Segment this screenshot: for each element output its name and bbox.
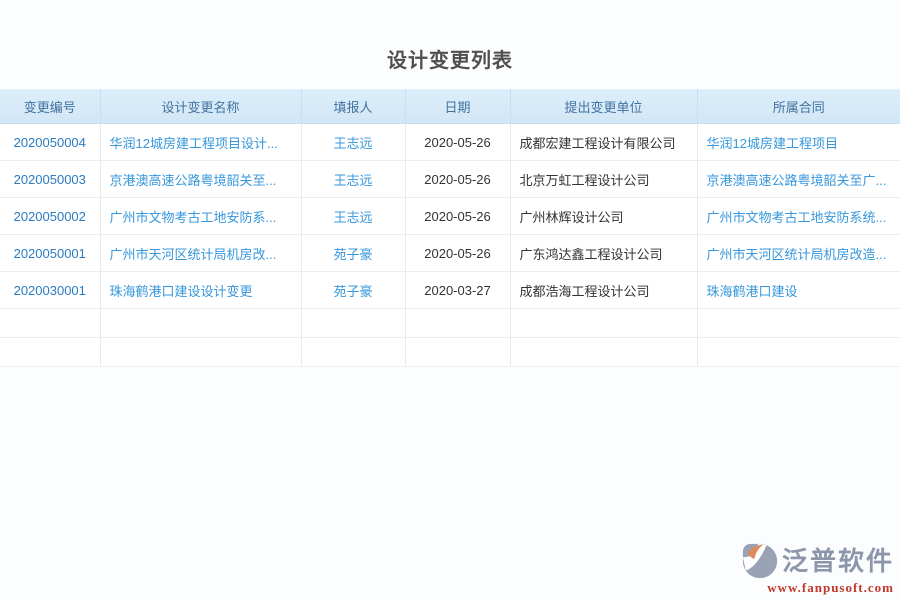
column-header-date: 日期: [405, 90, 510, 124]
date-cell: 2020-03-27: [405, 272, 510, 309]
filler-link[interactable]: 苑子豪: [333, 247, 372, 262]
table-row: 2020030001 珠海鹤港口建设设计变更 苑子豪 2020-03-27 成都…: [0, 272, 900, 309]
table-row: 2020050002 广州市文物考古工地安防系... 王志远 2020-05-2…: [0, 198, 900, 235]
contract-link[interactable]: 珠海鹤港口建设: [707, 284, 798, 299]
change-number-link[interactable]: 2020050002: [14, 209, 86, 224]
column-header-contract: 所属合同: [697, 90, 900, 124]
unit-cell: 成都浩海工程设计公司: [510, 272, 697, 309]
column-header-change-no: 变更编号: [0, 90, 100, 124]
change-number-link[interactable]: 2020050001: [14, 246, 86, 261]
table-header-row: 变更编号 设计变更名称 填报人 日期 提出变更单位 所属合同: [0, 90, 900, 124]
date-cell: 2020-05-26: [405, 161, 510, 198]
unit-cell: 广东鸿达鑫工程设计公司: [510, 235, 697, 272]
contract-link[interactable]: 华润12城房建工程项目: [707, 136, 838, 151]
empty-table-row: [0, 309, 900, 338]
column-header-name: 设计变更名称: [100, 90, 301, 124]
fanpu-logo-link[interactable]: 泛普软件 www.fanpusoft.com: [741, 542, 894, 594]
empty-table-row: [0, 338, 900, 367]
change-number-link[interactable]: 2020030001: [14, 283, 86, 298]
contract-link[interactable]: 京港澳高速公路粤境韶关至广...: [707, 173, 887, 188]
fanpu-website-url: www.fanpusoft.com: [741, 581, 894, 594]
page-title: 设计变更列表: [0, 0, 900, 89]
change-name-link[interactable]: 京港澳高速公路粤境韶关至...: [110, 173, 277, 188]
date-cell: 2020-05-26: [405, 235, 510, 272]
filler-link[interactable]: 苑子豪: [333, 284, 372, 299]
change-number-link[interactable]: 2020050003: [14, 172, 86, 187]
table-body: 2020050004 华润12城房建工程项目设计... 王志远 2020-05-…: [0, 124, 900, 367]
change-name-link[interactable]: 华润12城房建工程项目设计...: [110, 136, 278, 151]
unit-cell: 北京万虹工程设计公司: [510, 161, 697, 198]
change-number-link[interactable]: 2020050004: [14, 135, 86, 150]
filler-link[interactable]: 王志远: [333, 173, 372, 188]
column-header-filler: 填报人: [301, 90, 405, 124]
design-change-table: 变更编号 设计变更名称 填报人 日期 提出变更单位 所属合同 202005000…: [0, 89, 900, 367]
fanpu-logo-text: 泛普软件: [782, 548, 894, 574]
filler-link[interactable]: 王志远: [333, 210, 372, 225]
table-row: 2020050004 华润12城房建工程项目设计... 王志远 2020-05-…: [0, 124, 900, 161]
change-name-link[interactable]: 珠海鹤港口建设设计变更: [110, 284, 253, 299]
table-row: 2020050001 广州市天河区统计局机房改... 苑子豪 2020-05-2…: [0, 235, 900, 272]
unit-cell: 成都宏建工程设计有限公司: [510, 124, 697, 161]
filler-link[interactable]: 王志远: [333, 136, 372, 151]
date-cell: 2020-05-26: [405, 198, 510, 235]
contract-link[interactable]: 广州市天河区统计局机房改造...: [707, 247, 887, 262]
fanpu-logo-icon: [741, 542, 779, 580]
change-name-link[interactable]: 广州市文物考古工地安防系...: [110, 210, 277, 225]
date-cell: 2020-05-26: [405, 124, 510, 161]
contract-link[interactable]: 广州市文物考古工地安防系统...: [707, 210, 887, 225]
unit-cell: 广州林辉设计公司: [510, 198, 697, 235]
column-header-unit: 提出变更单位: [510, 90, 697, 124]
table-row: 2020050003 京港澳高速公路粤境韶关至... 王志远 2020-05-2…: [0, 161, 900, 198]
change-name-link[interactable]: 广州市天河区统计局机房改...: [110, 247, 277, 262]
